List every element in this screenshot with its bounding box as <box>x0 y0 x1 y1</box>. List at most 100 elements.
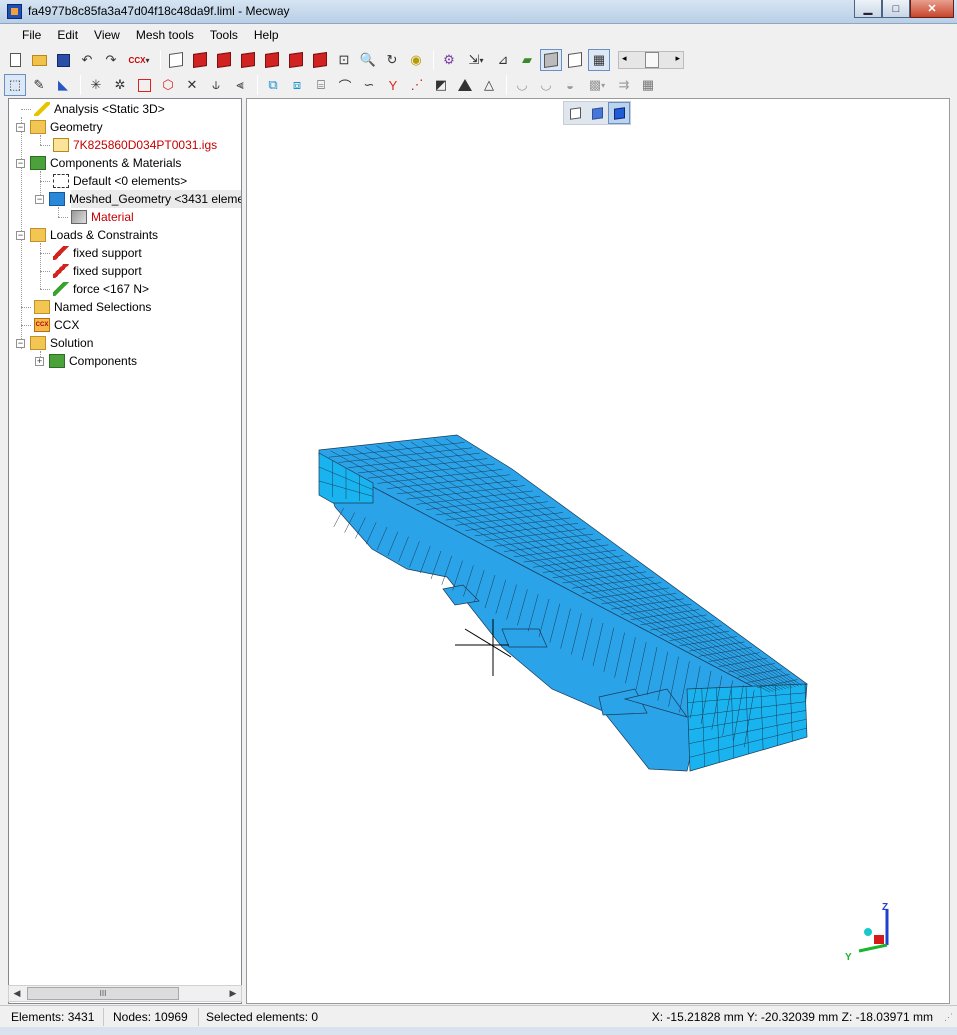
split-button[interactable]: ⫝ <box>205 74 227 96</box>
tree-item-geometry-file[interactable]: 7K825860D034PT0031.igs <box>40 136 217 154</box>
view-back-button[interactable] <box>213 49 235 71</box>
view-right-button[interactable] <box>261 49 283 71</box>
fixed-support-icon <box>53 246 69 260</box>
triangle-button[interactable]: △ <box>478 74 500 96</box>
shaded-mode-button[interactable] <box>586 102 608 124</box>
new-file-button[interactable] <box>4 49 26 71</box>
annotation-button[interactable]: ⊿ <box>492 49 514 71</box>
maximize-button[interactable]: □ <box>882 0 910 18</box>
view-left-button[interactable] <box>237 49 259 71</box>
scatter-button[interactable]: ⋰ <box>406 74 428 96</box>
view-bottom-button[interactable] <box>309 49 331 71</box>
minimize-button[interactable]: ▁ <box>854 0 882 18</box>
menu-edit[interactable]: Edit <box>49 24 86 46</box>
align-button[interactable]: ⇉ <box>613 74 635 96</box>
spin-button[interactable]: ◉ <box>405 49 427 71</box>
tree-item-components[interactable]: − Components & Materials <box>16 154 181 172</box>
select-box-button[interactable]: ⬚ <box>4 74 26 96</box>
select-elements-button[interactable] <box>133 74 155 96</box>
zoom-button[interactable]: 🔍 <box>357 49 379 71</box>
tree-item-solution-components[interactable]: + Components <box>35 352 137 370</box>
shaded-edges-mode-button[interactable] <box>608 102 630 124</box>
shell-button[interactable]: ◡ <box>511 74 533 96</box>
revolve-button[interactable]: ⌒ <box>334 74 356 96</box>
table-button[interactable]: ▦ <box>637 74 659 96</box>
wireframe-mode-button[interactable] <box>564 102 586 124</box>
shell2-button[interactable]: ◡ <box>535 74 557 96</box>
tree-item-loads[interactable]: − Loads & Constraints <box>16 226 158 244</box>
grid-mode-button[interactable]: ▩ ▾ <box>583 74 611 96</box>
close-button[interactable]: ✕ <box>910 0 954 18</box>
display-mode-button[interactable]: ⚙ <box>438 49 460 71</box>
scroll-track[interactable]: III <box>25 987 225 1000</box>
sweep-button[interactable]: ∽ <box>358 74 380 96</box>
copy-button[interactable]: ⧈ <box>286 74 308 96</box>
resize-grip-icon[interactable]: ⋰ <box>944 1012 953 1023</box>
tree-item-force[interactable]: force <167 N> <box>40 280 149 298</box>
tree-item-geometry[interactable]: − Geometry <box>16 118 103 136</box>
tree-item-fixed-support-2[interactable]: fixed support <box>40 262 142 280</box>
select-paint-button[interactable]: ✎ <box>28 74 50 96</box>
select-solids-button[interactable]: ⬡ <box>157 74 179 96</box>
collapse-icon[interactable]: − <box>16 122 25 132</box>
collapse-icon[interactable]: − <box>16 338 25 348</box>
select-nodes2-button[interactable]: ✲ <box>109 74 131 96</box>
view-front-button[interactable] <box>189 49 211 71</box>
rotate-button[interactable]: ↻ <box>381 49 403 71</box>
menu-view[interactable]: View <box>86 24 128 46</box>
tree-horizontal-scrollbar[interactable]: ◀ III ▶ <box>8 985 242 1002</box>
paint-bucket-icon: ◩ <box>434 77 448 92</box>
3d-viewport[interactable]: Z Y <box>246 98 950 1004</box>
collapse-icon[interactable]: − <box>16 230 25 240</box>
menu-mesh-tools[interactable]: Mesh tools <box>128 24 202 46</box>
select-surface-button[interactable]: ◣ <box>52 74 74 96</box>
tree-item-default-component[interactable]: Default <0 elements> <box>40 172 187 190</box>
view-top-button[interactable] <box>285 49 307 71</box>
cube-front-icon <box>193 52 207 68</box>
tree-item-analysis[interactable]: Analysis <Static 3D> <box>21 100 165 118</box>
tree-item-solution[interactable]: − Solution <box>16 334 93 352</box>
menu-file[interactable]: File <box>14 24 49 46</box>
menu-tools[interactable]: Tools <box>202 24 246 46</box>
shell3-button[interactable]: ◒ <box>559 74 581 96</box>
tree-item-named-selections[interactable]: Named Selections <box>21 298 151 316</box>
scroll-thumb[interactable]: III <box>27 987 179 1000</box>
redo-button[interactable]: ↷ <box>100 49 122 71</box>
delete-button[interactable]: ✕ <box>181 74 203 96</box>
tree-item-material[interactable]: Material <box>58 208 134 226</box>
solid-view-button[interactable] <box>540 49 562 71</box>
transparency-slider[interactable]: ◂ ▸ <box>618 51 684 69</box>
nodes-alt-icon: ✲ <box>114 77 126 92</box>
mesh-model[interactable]: Z Y <box>247 99 950 1004</box>
collapse-icon[interactable]: − <box>35 194 44 204</box>
tree-item-ccx[interactable]: CCX CCX <box>21 316 79 334</box>
menu-help[interactable]: Help <box>246 24 287 46</box>
title-bar[interactable]: fa4977b8c85fa3a47d04f18c48da9f.liml - Me… <box>0 0 957 24</box>
scroll-left-arrow-icon[interactable]: ◀ <box>9 988 25 999</box>
surface-button[interactable]: ▰ <box>516 49 538 71</box>
align-icon: ⇉ <box>618 77 630 92</box>
scroll-right-arrow-icon[interactable]: ▶ <box>225 988 241 999</box>
open-file-button[interactable] <box>28 49 50 71</box>
paint-bucket-button[interactable]: ◩ <box>430 74 452 96</box>
zoom-fit-button[interactable]: ⊡ <box>333 49 355 71</box>
ccx-solve-button[interactable]: CCX ▾ <box>124 49 154 71</box>
view-iso-button[interactable] <box>165 49 187 71</box>
cylinder-button[interactable]: ⌸ <box>310 74 332 96</box>
save-button[interactable] <box>52 49 74 71</box>
wireframe-view-button[interactable] <box>564 49 586 71</box>
move-button[interactable]: ⧉ <box>262 74 284 96</box>
vectors-button[interactable]: ⇲ ▾ <box>462 49 490 71</box>
undo-button[interactable]: ↶ <box>76 49 98 71</box>
slider-thumb[interactable] <box>645 52 659 68</box>
refine-tri-button[interactable] <box>454 74 476 96</box>
extrude-button[interactable]: ⫷ <box>229 74 251 96</box>
merge-nodes-button[interactable]: Y <box>382 74 404 96</box>
tree-item-meshed-geometry[interactable]: − Meshed_Geometry <3431 eleme <box>35 190 241 208</box>
mesh-view-button[interactable]: ▦ <box>588 49 610 71</box>
component-puzzle-icon <box>49 192 65 206</box>
tree-item-fixed-support-1[interactable]: fixed support <box>40 244 142 262</box>
collapse-icon[interactable]: − <box>16 158 25 168</box>
select-nodes-button[interactable]: ✳ <box>85 74 107 96</box>
expand-icon[interactable]: + <box>35 356 44 366</box>
